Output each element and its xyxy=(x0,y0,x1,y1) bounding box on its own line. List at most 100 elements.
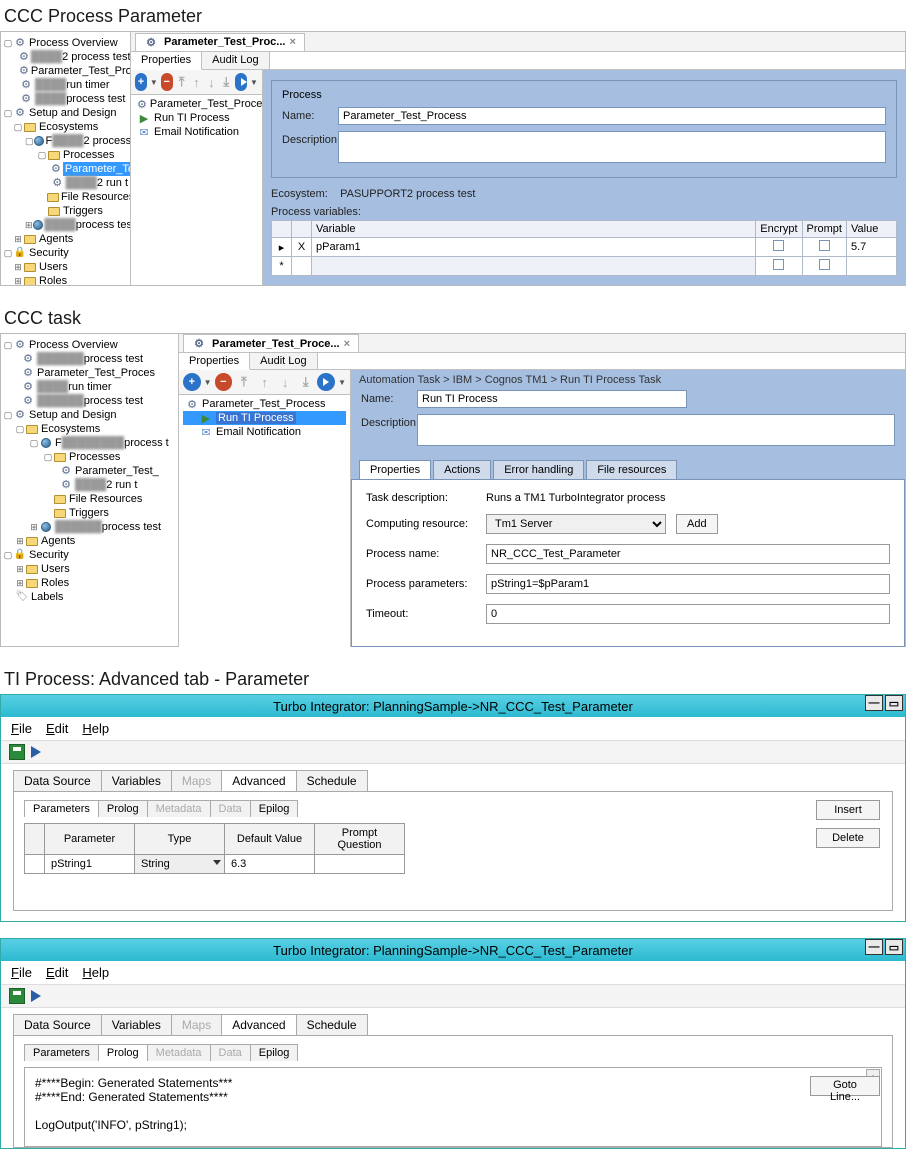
tree-agents[interactable]: Agents xyxy=(39,232,73,246)
add-button[interactable]: + xyxy=(183,373,201,391)
close-icon[interactable]: × xyxy=(289,36,295,48)
dropdown-icon[interactable] xyxy=(213,860,221,865)
subtab-prolog[interactable]: Prolog xyxy=(98,1044,148,1061)
tree-setup-design[interactable]: Setup and Design xyxy=(29,408,116,422)
name-input[interactable] xyxy=(338,107,886,125)
tree-roles[interactable]: Roles xyxy=(39,274,67,285)
move-bottom-icon[interactable]: ⤓ xyxy=(297,373,315,391)
editor-tab[interactable]: ⚙ Parameter_Test_Proce... × xyxy=(183,334,359,352)
tree-item[interactable]: Parameter_Test_Proces xyxy=(37,366,155,380)
tree-item[interactable]: 2 process test xyxy=(62,50,130,64)
tree-users[interactable]: Users xyxy=(41,562,70,576)
tree-setup-design[interactable]: Setup and Design xyxy=(29,106,116,120)
subtab-properties[interactable]: Properties xyxy=(131,52,202,70)
maximize-button[interactable]: ▭ xyxy=(885,939,903,955)
inner-tab-actions[interactable]: Actions xyxy=(433,460,491,479)
insert-button[interactable]: Insert xyxy=(816,800,880,820)
code-editor[interactable]: #****Begin: Generated Statements*** #***… xyxy=(24,1067,882,1147)
process-name-input[interactable] xyxy=(486,544,890,564)
move-up-icon[interactable]: ↑ xyxy=(256,373,274,391)
tree-item[interactable]: process test xyxy=(84,394,143,408)
task-parameter-test-process[interactable]: ⚙Parameter_Test_Process xyxy=(183,397,346,411)
task-run-ti-process[interactable]: ▶Run TI Process xyxy=(135,111,258,125)
cell-prompt-question[interactable] xyxy=(315,855,405,874)
run-button[interactable] xyxy=(235,73,247,91)
timeout-input[interactable] xyxy=(486,604,890,624)
subtab-parameters[interactable]: Parameters xyxy=(24,1044,99,1061)
tree-ecosystems[interactable]: Ecosystems xyxy=(41,422,100,436)
tree-ecosystem-item[interactable]: process test xyxy=(102,520,161,534)
nav-tree[interactable]: ▢⚙Process Overview ⚙██████process test ⚙… xyxy=(1,334,179,646)
task-run-ti-process[interactable]: ▶Run TI Process xyxy=(183,411,346,425)
tree-process-overview[interactable]: Process Overview xyxy=(29,36,118,50)
tree-file-resources[interactable]: File Resources xyxy=(61,190,131,204)
tree-roles[interactable]: Roles xyxy=(41,576,69,590)
menu-edit[interactable]: Edit xyxy=(46,721,68,736)
save-icon[interactable] xyxy=(9,744,25,760)
name-input[interactable] xyxy=(417,390,687,408)
run-button[interactable] xyxy=(317,373,335,391)
move-down-icon[interactable]: ↓ xyxy=(276,373,294,391)
move-down-icon[interactable]: ↓ xyxy=(205,73,217,91)
tree-process-overview[interactable]: Process Overview xyxy=(29,338,118,352)
subtab-audit-log[interactable]: Audit Log xyxy=(202,52,269,69)
prompt-checkbox[interactable] xyxy=(819,240,830,251)
computing-resource-select[interactable]: Tm1 Server xyxy=(486,514,666,534)
subtab-prolog[interactable]: Prolog xyxy=(98,800,148,817)
tree-item[interactable]: Parameter_Test_Process xyxy=(31,64,131,78)
subtab-properties[interactable]: Properties xyxy=(179,353,250,370)
tree-triggers[interactable]: Triggers xyxy=(63,204,103,218)
tree-ecosystem-item[interactable]: process t xyxy=(124,436,169,450)
delete-button[interactable]: − xyxy=(215,373,233,391)
task-parameter-test-process[interactable]: ⚙Parameter_Test_Process xyxy=(135,97,258,111)
cell-type[interactable]: String xyxy=(135,855,225,874)
tree-item[interactable]: run timer xyxy=(66,78,109,92)
description-input[interactable] xyxy=(417,414,895,446)
save-icon[interactable] xyxy=(9,988,25,1004)
tab-variables[interactable]: Variables xyxy=(101,770,172,791)
process-parameters-input[interactable] xyxy=(486,574,890,594)
nav-tree[interactable]: ▢⚙Process Overview ⚙████2 process test ⚙… xyxy=(1,32,131,285)
tree-process-item[interactable]: 2 run t xyxy=(97,176,128,190)
table-row[interactable]: * xyxy=(272,257,897,276)
tab-data-source[interactable]: Data Source xyxy=(13,770,102,791)
run-icon[interactable] xyxy=(31,746,41,758)
cell-parameter[interactable]: pString1 xyxy=(45,855,135,874)
tree-ecosystem-item[interactable]: process test xyxy=(76,218,131,232)
encrypt-checkbox[interactable] xyxy=(773,240,784,251)
close-icon[interactable]: × xyxy=(344,338,350,350)
goto-line-button[interactable]: Goto Line... xyxy=(810,1076,880,1096)
inner-tab-properties[interactable]: Properties xyxy=(359,460,431,479)
minimize-button[interactable]: — xyxy=(865,695,883,711)
inner-tab-file-resources[interactable]: File resources xyxy=(586,460,677,479)
cell-default-value[interactable]: 6.3 xyxy=(225,855,315,874)
move-top-icon[interactable]: ⤒ xyxy=(176,73,188,91)
tree-agents[interactable]: Agents xyxy=(41,534,75,548)
tab-advanced[interactable]: Advanced xyxy=(221,770,296,791)
tree-file-resources[interactable]: File Resources xyxy=(69,492,142,506)
subtab-audit-log[interactable]: Audit Log xyxy=(250,353,317,369)
tree-triggers[interactable]: Triggers xyxy=(69,506,109,520)
tree-labels[interactable]: Labels xyxy=(31,590,63,604)
subtab-parameters[interactable]: Parameters xyxy=(24,800,99,817)
tree-users[interactable]: Users xyxy=(39,260,68,274)
tree-processes[interactable]: Processes xyxy=(69,450,120,464)
tab-schedule[interactable]: Schedule xyxy=(296,770,368,791)
tab-data-source[interactable]: Data Source xyxy=(13,1014,102,1035)
parameters-table[interactable]: Parameter Type Default Value Prompt Ques… xyxy=(24,823,405,874)
tree-process-item[interactable]: Parameter_Test_ xyxy=(75,464,159,478)
editor-tab[interactable]: ⚙ Parameter_Test_Proc... × xyxy=(135,33,305,51)
run-icon[interactable] xyxy=(31,990,41,1002)
delete-button[interactable]: Delete xyxy=(816,828,880,848)
tree-item[interactable]: process test xyxy=(66,92,125,106)
move-bottom-icon[interactable]: ⤓ xyxy=(220,73,232,91)
cell-variable[interactable]: pParam1 xyxy=(312,238,756,257)
tab-advanced[interactable]: Advanced xyxy=(221,1014,296,1035)
menu-edit[interactable]: Edit xyxy=(46,965,68,980)
menu-help[interactable]: Help xyxy=(82,721,109,736)
tree-ecosystem-item[interactable]: 2 process xyxy=(83,134,131,148)
subtab-epilog[interactable]: Epilog xyxy=(250,1044,299,1061)
tree-processes[interactable]: Processes xyxy=(63,148,114,162)
tree-ecosystems[interactable]: Ecosystems xyxy=(39,120,98,134)
description-input[interactable] xyxy=(338,131,886,163)
